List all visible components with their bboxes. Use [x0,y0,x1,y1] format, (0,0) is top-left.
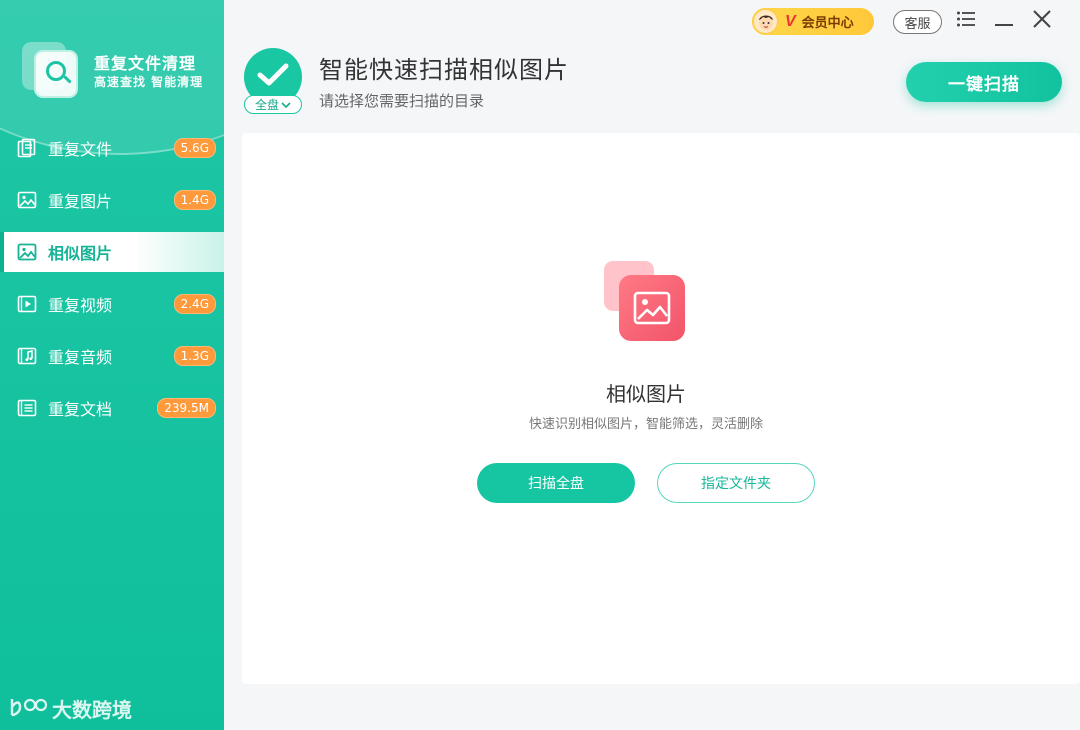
main-panel [242,133,1080,684]
scan-scope-value: 全盘 [254,98,279,112]
choose-folder-button[interactable]: 指定文件夹 [657,463,815,503]
close-button[interactable] [1028,8,1056,34]
sidebar-item-label: 重复音频 [48,348,113,367]
video-icon [16,293,38,315]
size-badge: 5.6G [173,138,216,158]
image-icon [16,189,38,211]
feature-title: 相似图片 [606,382,686,406]
watermark-text: 大数跨境 [52,698,132,722]
sidebar-item-label: 重复文档 [48,400,113,419]
scan-full-disk-button[interactable]: 扫描全盘 [477,463,635,503]
sidebar: 重复文件清理 高速查找 智能清理 重复文件 5.6G 重复图片 1.4G 相似图… [0,0,224,730]
sidebar-item-duplicate-files[interactable]: 重复文件 5.6G [0,128,224,168]
minimize-icon [995,12,1013,31]
sidebar-item-label: 重复视频 [48,296,113,315]
app-logo-icon [22,42,78,98]
feature-description: 快速识别相似图片，智能筛选，灵活删除 [528,417,763,432]
size-badge: 1.3G [173,346,216,366]
size-badge: 2.4G [173,294,216,314]
quick-scan-button[interactable]: 一键扫描 [906,62,1062,102]
check-icon [257,62,289,92]
menu-button[interactable] [952,8,980,34]
vip-label: 会员中心 [801,16,854,31]
page-title: 智能快速扫描相似图片 [319,56,569,84]
similar-images-icon [604,261,688,345]
menu-icon [956,10,976,32]
sidebar-item-label: 重复文件 [48,140,113,159]
sidebar-item-label: 重复图片 [48,192,113,211]
sidebar-item-similar-images[interactable]: 相似图片 [0,232,224,272]
sidebar-item-label: 相似图片 [48,244,113,263]
page-subtitle: 请选择您需要扫描的目录 [319,92,485,110]
sidebar-nav: 重复文件 5.6G 重复图片 1.4G 相似图片 重复视频 2.4G 重复音频 … [0,128,224,440]
app-subtitle: 高速查找 智能清理 [94,75,204,89]
sidebar-item-duplicate-videos[interactable]: 重复视频 2.4G [0,284,224,324]
size-badge: 1.4G [173,190,216,210]
chevron-down-icon [281,98,291,112]
document-icon [16,397,38,419]
image-icon [16,241,38,263]
watermark: 大数跨境 [8,694,132,723]
minimize-button[interactable] [990,8,1018,34]
sidebar-item-duplicate-audio[interactable]: 重复音频 1.3G [0,336,224,376]
vip-mark: V [785,12,796,30]
size-badge: 239.5M [157,398,216,418]
sidebar-item-duplicate-images[interactable]: 重复图片 1.4G [0,180,224,220]
music-icon [16,345,38,367]
file-duplicate-icon [16,137,38,159]
avatar [752,8,779,35]
close-icon [1033,10,1051,32]
watermark-logo-icon [8,695,48,723]
scan-scope-dropdown[interactable]: 全盘 [244,95,302,114]
sidebar-item-duplicate-documents[interactable]: 重复文档 239.5M [0,388,224,428]
app-title: 重复文件清理 [94,54,197,73]
vip-center-button[interactable]: V 会员中心 [752,8,874,35]
customer-service-button[interactable]: 客服 [893,10,942,34]
